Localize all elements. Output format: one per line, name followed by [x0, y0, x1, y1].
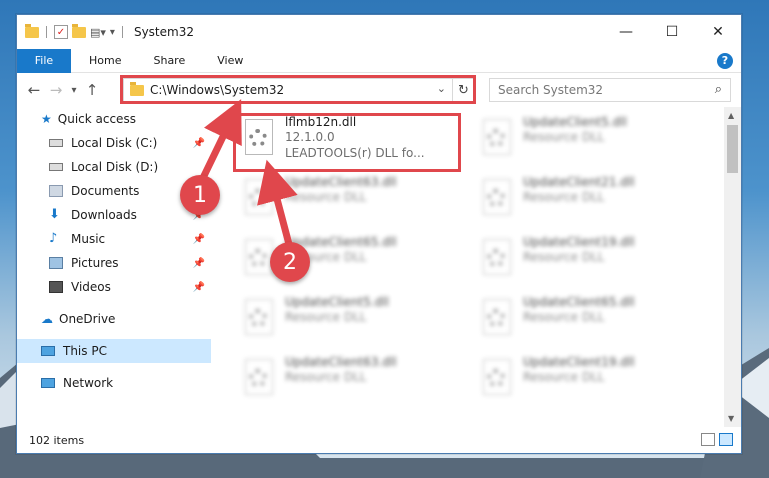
tab-share[interactable]: Share [139, 49, 199, 73]
scroll-down-icon[interactable]: ▼ [728, 414, 734, 423]
pin-icon: 📌 [192, 233, 205, 245]
pin-icon: 📌 [192, 281, 205, 293]
tab-home[interactable]: Home [71, 49, 139, 73]
folder-icon [25, 23, 39, 38]
back-arrow-icon[interactable]: ← [23, 81, 45, 99]
dll-file-icon [243, 179, 277, 219]
music-icon: ♪ [49, 231, 58, 246]
dll-file-icon [243, 359, 277, 399]
file-item[interactable]: UpdateClient5.dll Resource DLL [475, 113, 705, 167]
maximize-button[interactable]: ☐ [649, 15, 695, 49]
step-badge-2: 2 [270, 242, 310, 282]
dll-file-icon [481, 299, 515, 339]
sidebar-item-this-pc[interactable]: This PC [17, 339, 211, 363]
file-item[interactable]: UpdateClient63.dll Resource DLL [237, 173, 467, 227]
sidebar-item-quick-access[interactable]: ★ Quick access [17, 107, 211, 131]
pictures-icon [49, 257, 63, 269]
sidebar-item-pictures[interactable]: Pictures 📌 [17, 251, 211, 275]
pin-icon: 📌 [192, 257, 205, 269]
minimize-button[interactable]: — [603, 15, 649, 49]
help-icon[interactable]: ? [717, 53, 733, 69]
drive-icon [49, 163, 63, 171]
navigation-pane: ★ Quick access Local Disk (C:) 📌 Local D… [17, 107, 211, 427]
scroll-up-icon[interactable]: ▲ [728, 111, 734, 120]
sidebar-item-onedrive[interactable]: ☁ OneDrive [17, 307, 211, 331]
status-bar: 102 items [17, 427, 741, 453]
pin-icon: 📌 [192, 137, 205, 149]
sidebar-item-local-disk-c[interactable]: Local Disk (C:) 📌 [17, 131, 211, 155]
file-item[interactable]: UpdateClient19.dll Resource DLL [475, 233, 705, 287]
file-highlight [233, 113, 461, 172]
customize-toolbar-icon[interactable]: ▤▾ [90, 26, 106, 39]
drive-icon [49, 139, 63, 147]
sidebar-item-network[interactable]: Network [17, 371, 211, 395]
forward-arrow-icon[interactable]: → [45, 81, 67, 99]
item-count: 102 items [29, 433, 85, 447]
dll-file-icon [243, 299, 277, 339]
sidebar-item-downloads[interactable]: ⬇ Downloads 📌 [17, 203, 211, 227]
file-item[interactable]: UpdateClient65.dll Resource DLL [475, 293, 705, 347]
documents-icon [49, 185, 63, 197]
recent-locations-icon[interactable]: ▾ [67, 85, 81, 96]
file-item[interactable]: UpdateClient21.dll Resource DLL [475, 173, 705, 227]
dll-file-icon [481, 239, 515, 279]
download-icon: ⬇ [49, 207, 60, 222]
file-item[interactable]: UpdateClient63.dll Resource DLL [237, 353, 467, 407]
up-arrow-icon[interactable]: ↑ [81, 81, 103, 99]
search-placeholder: Search System32 [498, 83, 604, 97]
file-item[interactable]: UpdateClient19.dll Resource DLL [475, 353, 705, 407]
step-badge-1: 1 [180, 175, 220, 215]
pc-icon [41, 346, 55, 356]
scrollbar-thumb[interactable] [727, 125, 738, 173]
cloud-icon: ☁ [41, 312, 53, 326]
vertical-scrollbar[interactable]: ▲ ▼ [724, 107, 741, 427]
address-bar-highlight [120, 75, 476, 104]
properties-icon[interactable]: ✓ [54, 25, 68, 39]
title-bar: ✓ ▤▾ ▾ System32 — ☐ ✕ [17, 15, 741, 49]
dll-file-icon [481, 119, 515, 159]
new-folder-icon[interactable] [72, 23, 86, 38]
dll-file-icon [481, 179, 515, 219]
network-icon [41, 378, 55, 388]
star-icon: ★ [41, 112, 52, 126]
sidebar-item-music[interactable]: ♪ Music 📌 [17, 227, 211, 251]
toolbar-dropdown-icon[interactable]: ▾ [110, 27, 115, 38]
search-input[interactable]: Search System32 ⌕ [489, 78, 731, 102]
quick-access-toolbar: ✓ ▤▾ ▾ [17, 23, 126, 39]
tiles-view-icon[interactable] [719, 433, 733, 446]
sidebar-item-local-disk-d[interactable]: Local Disk (D:) [17, 155, 211, 179]
file-item[interactable]: UpdateClient5.dll Resource DLL [237, 293, 467, 347]
details-view-icon[interactable] [701, 433, 715, 446]
window-title: System32 [133, 25, 194, 39]
search-icon: ⌕ [714, 82, 722, 97]
sidebar-item-videos[interactable]: Videos 📌 [17, 275, 211, 299]
tab-file[interactable]: File [17, 48, 71, 73]
ribbon-tabs: File Home Share View [17, 48, 741, 73]
close-button[interactable]: ✕ [695, 15, 741, 49]
videos-icon [49, 281, 63, 293]
tab-view[interactable]: View [199, 49, 261, 73]
dll-file-icon [481, 359, 515, 399]
